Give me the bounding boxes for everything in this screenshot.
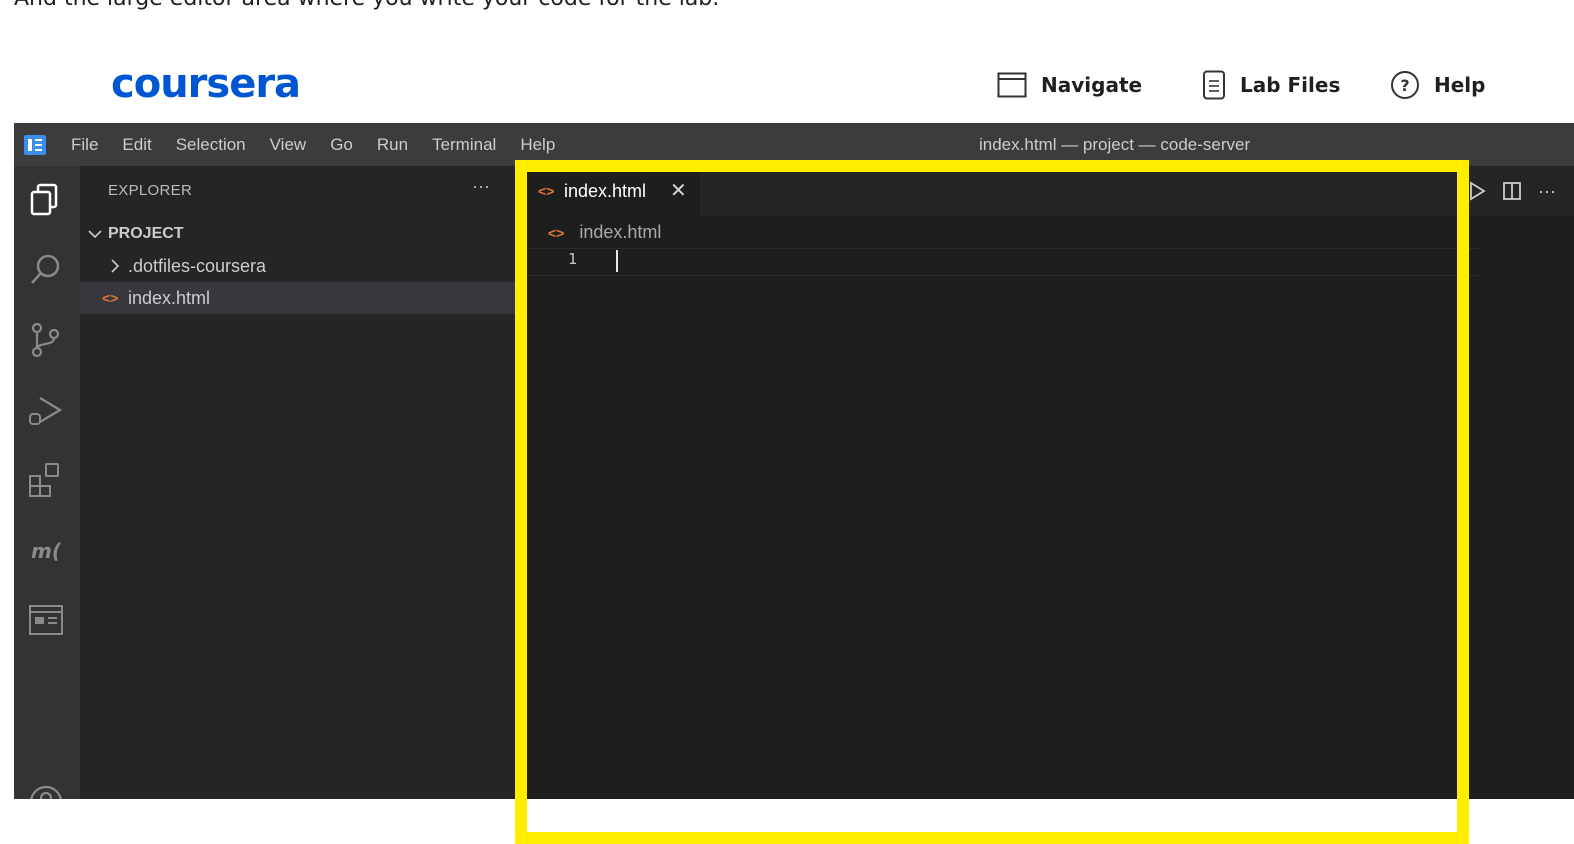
menu-go[interactable]: Go <box>330 135 353 155</box>
close-icon[interactable]: ✕ <box>670 166 687 216</box>
tab-index-html[interactable]: <> index.html ✕ <box>518 166 700 216</box>
menu-bar: File Edit Selection View Go Run Terminal… <box>71 123 579 166</box>
menu-file[interactable]: File <box>71 135 98 155</box>
menu-edit[interactable]: Edit <box>122 135 151 155</box>
breadcrumb-label: index.html <box>579 222 662 242</box>
window-icon <box>997 72 1027 98</box>
explorer-more-button[interactable]: ··· <box>472 176 490 197</box>
more-actions-icon[interactable]: ··· <box>1538 181 1556 202</box>
preview-panel-icon[interactable] <box>26 600 66 640</box>
explorer-sidebar: EXPLORER ··· PROJECT .dotfiles-coursera … <box>80 166 518 799</box>
lab-files-button[interactable]: Lab Files <box>1202 68 1340 102</box>
current-line-highlight <box>518 248 1478 276</box>
navigate-label: Navigate <box>1041 73 1143 97</box>
window-title: index.html — project — code-server <box>979 135 1251 154</box>
menu-selection[interactable]: Selection <box>176 135 246 155</box>
lab-files-label: Lab Files <box>1240 73 1341 97</box>
tree-item-label: .dotfiles-coursera <box>128 256 267 276</box>
split-editor-icon[interactable] <box>1502 181 1522 201</box>
html-file-icon: <> <box>548 225 565 241</box>
tree-item-dotfiles[interactable]: .dotfiles-coursera <box>80 250 518 282</box>
tree-item-label: index.html <box>128 288 211 308</box>
file-icon <box>1203 70 1225 100</box>
line-number: 1 <box>568 250 578 268</box>
menu-icon[interactable] <box>24 135 46 155</box>
tab-label: index.html <box>564 181 647 201</box>
svg-text:m(: m( <box>31 539 62 563</box>
explorer-title: EXPLORER <box>108 182 193 199</box>
project-folder[interactable]: PROJECT <box>80 218 518 250</box>
help-circle-icon: ? <box>1391 71 1419 99</box>
breadcrumb[interactable]: <> index.html <box>548 222 661 243</box>
menu-help[interactable]: Help <box>520 135 555 155</box>
html-file-icon: <> <box>102 290 119 306</box>
coursera-logo[interactable]: coursera <box>111 61 301 107</box>
svg-text:?: ? <box>1400 76 1409 95</box>
run-icon[interactable] <box>1468 181 1486 201</box>
project-label: PROJECT <box>108 225 184 242</box>
chevron-down-icon <box>88 230 102 239</box>
chevron-right-icon <box>111 259 120 273</box>
coursera-extension-icon[interactable]: m( <box>26 530 66 570</box>
search-icon[interactable] <box>26 250 66 290</box>
menu-run[interactable]: Run <box>377 135 408 155</box>
editor-actions: ··· <box>1468 166 1572 216</box>
code-server-window: File Edit Selection View Go Run Terminal… <box>14 123 1574 799</box>
html-file-icon: <> <box>538 183 555 199</box>
run-debug-icon[interactable] <box>26 390 66 430</box>
title-bar: File Edit Selection View Go Run Terminal… <box>14 123 1574 166</box>
tree-item-index-html[interactable]: <> index.html <box>80 282 518 314</box>
navigate-button[interactable]: Navigate <box>997 68 1142 102</box>
menu-terminal[interactable]: Terminal <box>432 135 496 155</box>
activity-bar: m( <box>14 166 80 799</box>
editor-area[interactable]: <> index.html ✕ ··· <> index.html 1 <box>518 166 1574 799</box>
help-button[interactable]: ? Help <box>1390 68 1485 102</box>
caption-text: And the large editor area where you writ… <box>14 0 719 11</box>
explorer-icon[interactable] <box>26 180 66 220</box>
text-cursor <box>616 250 618 272</box>
account-icon[interactable] <box>26 782 66 799</box>
tab-strip: <> index.html ✕ ··· <box>518 166 1574 216</box>
source-control-icon[interactable] <box>26 320 66 360</box>
menu-view[interactable]: View <box>270 135 307 155</box>
help-label: Help <box>1434 73 1486 97</box>
extensions-icon[interactable] <box>26 460 66 500</box>
